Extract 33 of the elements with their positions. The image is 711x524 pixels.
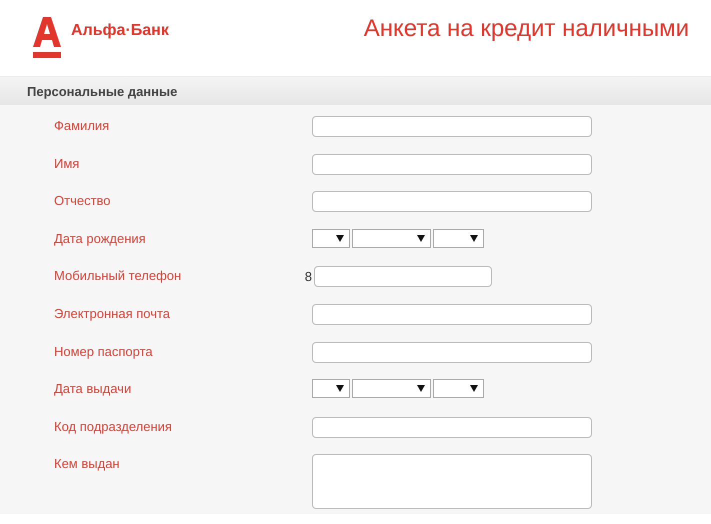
input-field[interactable]: [314, 266, 492, 288]
field-label: Код подразделения: [53, 418, 173, 436]
caret-icon: [417, 385, 425, 392]
field-label: Фамилия: [53, 117, 110, 135]
input-field[interactable]: [312, 416, 592, 438]
caret-icon: [470, 385, 478, 392]
field-label: Кем выдан: [53, 455, 121, 474]
caret-icon: [336, 385, 344, 392]
text-area[interactable]: [312, 454, 592, 510]
input-field[interactable]: [312, 191, 592, 212]
caret-icon: [417, 234, 425, 242]
input-field[interactable]: [312, 154, 592, 175]
bank-name: Альфа·Банк: [71, 22, 169, 40]
section-title: Персональные данные: [27, 84, 178, 98]
dropdown[interactable]: [433, 228, 484, 248]
dropdown[interactable]: [312, 379, 350, 398]
field-label: Отчество: [53, 192, 112, 210]
input-field[interactable]: [312, 304, 592, 325]
field-label: Дата рождения: [53, 230, 147, 248]
page-title: Анкета на кредит наличными: [364, 15, 689, 43]
caret-icon: [336, 234, 344, 242]
input-field[interactable]: [312, 342, 592, 363]
input-field[interactable]: [312, 116, 592, 137]
phone-prefix: 8: [304, 269, 312, 284]
dropdown[interactable]: [433, 379, 484, 398]
field-label: Мобильный телефон: [53, 267, 182, 286]
caret-icon: [470, 234, 478, 242]
logo-icon: [33, 17, 61, 59]
field-label: Электронная почта: [53, 304, 172, 323]
field-label: Номер паспорта: [53, 342, 154, 361]
field-label: Дата выдачи: [53, 380, 132, 398]
dropdown[interactable]: [312, 228, 350, 248]
field-label: Имя: [53, 154, 80, 173]
